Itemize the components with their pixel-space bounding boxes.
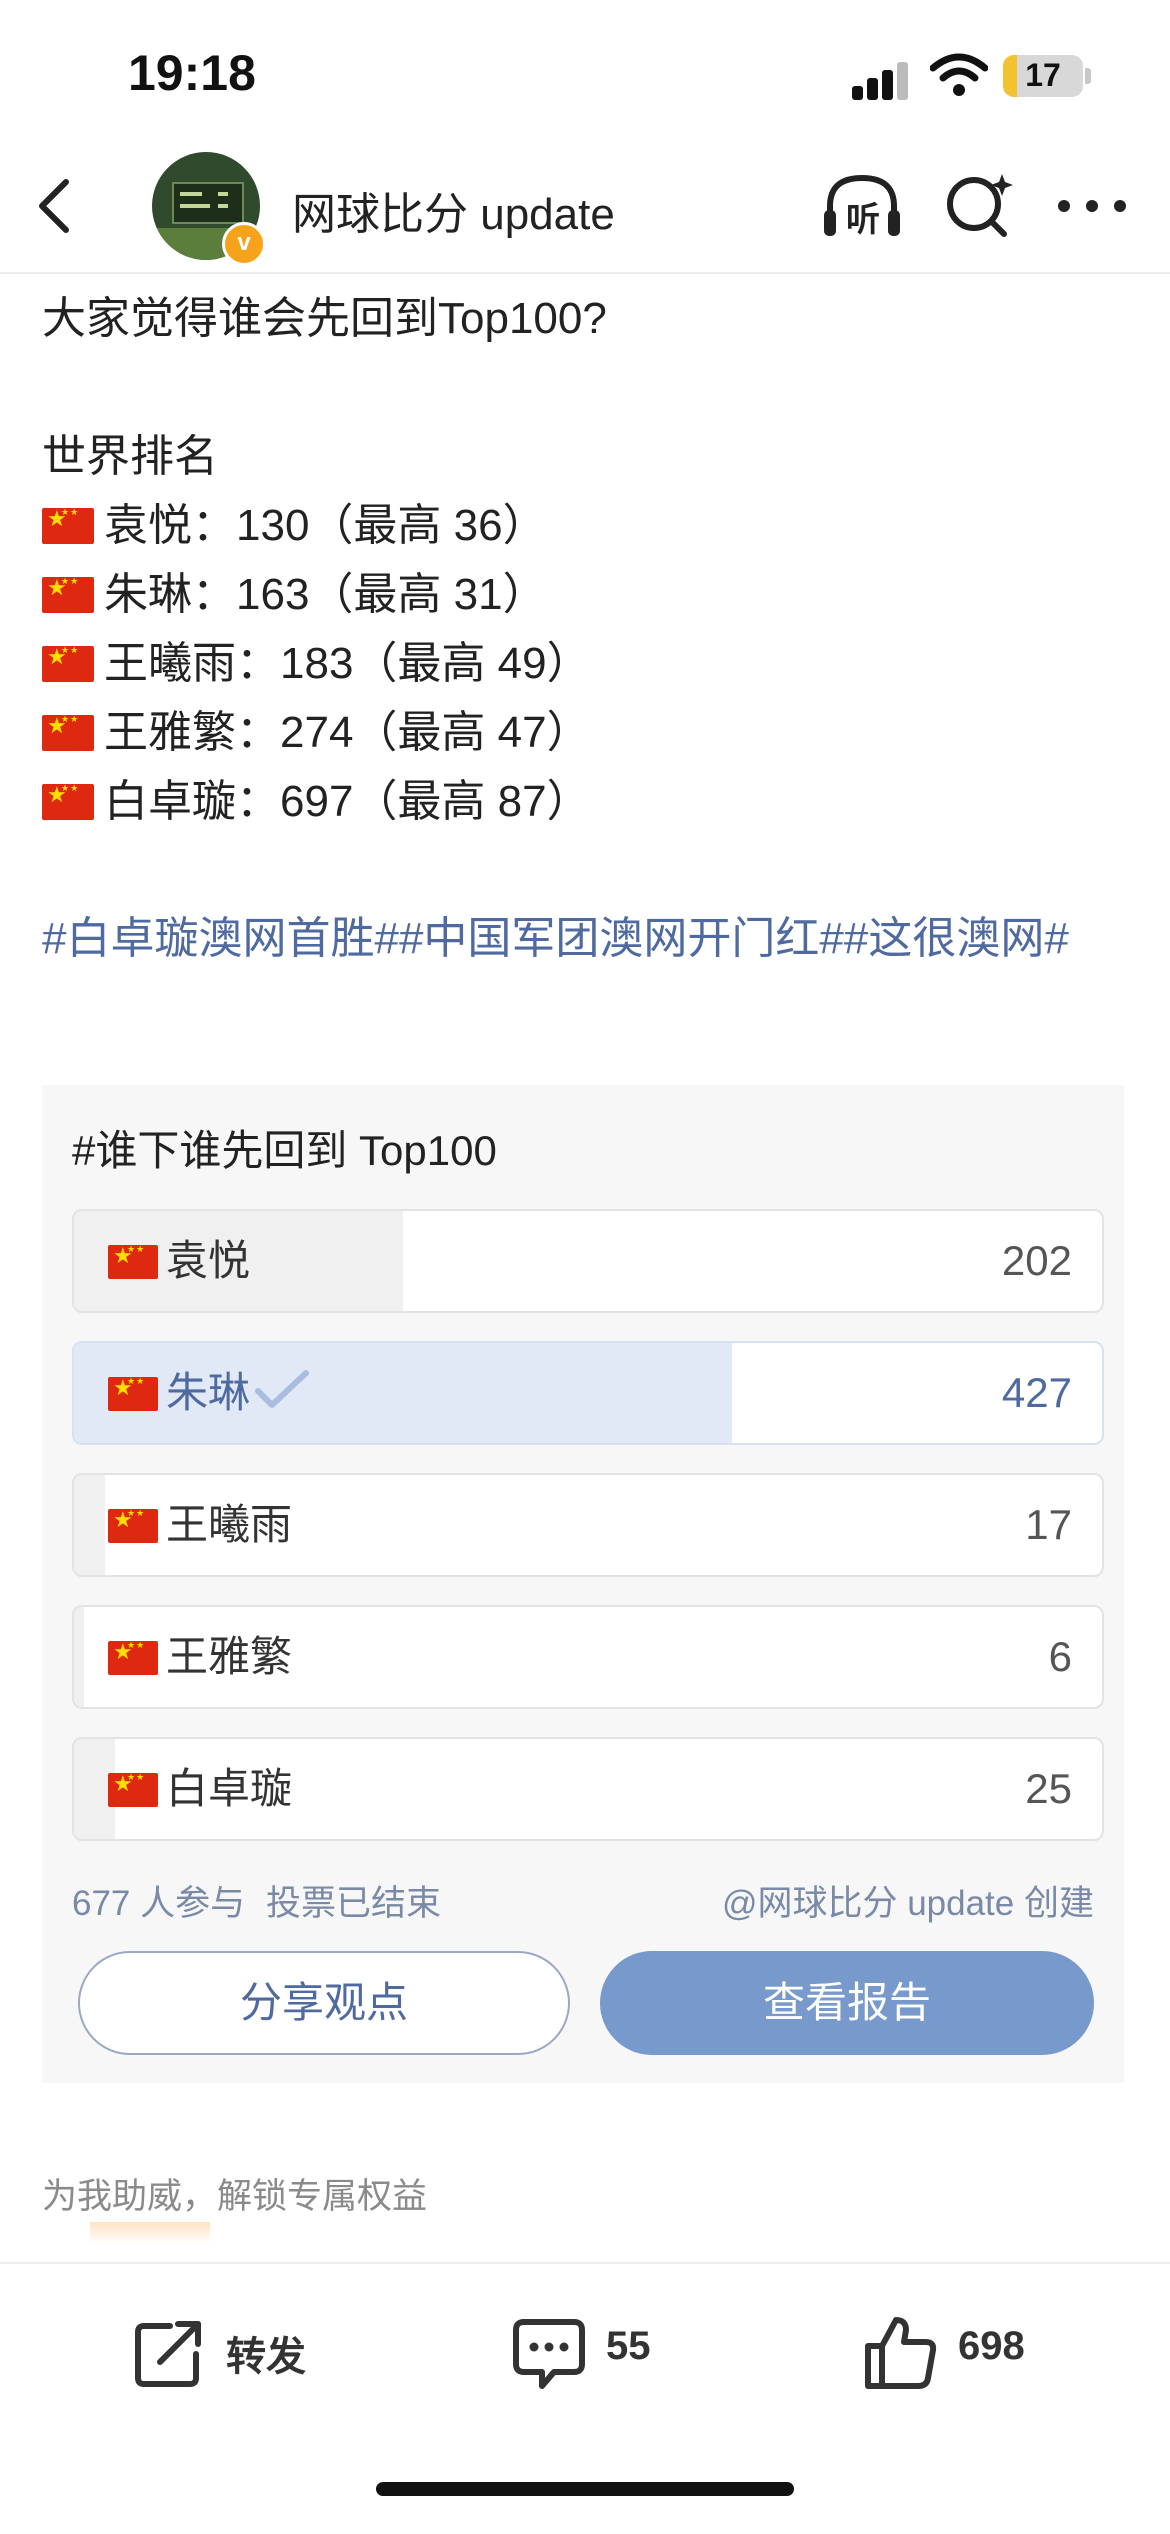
support-unlock-text[interactable]: 为我助威，解锁专属权益 — [42, 2168, 427, 2219]
account-name[interactable]: 网球比分 update — [292, 178, 615, 242]
poll-option-selected[interactable]: 朱琳 427 — [72, 1341, 1104, 1445]
ranking-line: 王曦雨：183（最高 49） — [42, 629, 1132, 698]
poll-option-count: 202 — [1001, 1237, 1072, 1284]
like-count: 698 — [958, 2324, 1025, 2368]
comment-icon — [513, 2319, 585, 2389]
poll-option-label: 白卓璇 — [166, 1765, 293, 1812]
poll-option-label: 袁悦 — [166, 1237, 251, 1284]
poll-option[interactable]: 王曦雨 17 — [72, 1473, 1104, 1577]
ranking-line: 袁悦：130（最高 36） — [42, 491, 1132, 560]
back-arrow-icon[interactable] — [32, 178, 82, 234]
poll-option-count: 17 — [1025, 1501, 1072, 1548]
more-options-icon[interactable] — [1052, 170, 1132, 242]
poll-creator: @网球比分 update 创建 — [722, 1875, 1094, 1926]
poll-option-bar — [74, 1475, 105, 1575]
comment-count: 55 — [606, 2324, 651, 2368]
bottom-action-bar: 转发 55 698 — [0, 2262, 1170, 2534]
status-time: 19:18 — [128, 45, 256, 101]
thumbs-up-icon — [865, 2317, 937, 2389]
poll-option[interactable]: 白卓璇 25 — [72, 1737, 1104, 1841]
cellular-signal-icon — [852, 60, 912, 100]
china-flag-icon — [42, 567, 94, 613]
hashtag-links[interactable]: #白卓璇澳网首胜##中国军团澳网开门红##这很澳网# — [42, 904, 1132, 974]
poll-option-count: 427 — [1001, 1369, 1072, 1416]
china-flag-icon — [108, 1763, 158, 1807]
china-flag-icon — [108, 1499, 158, 1543]
ranking-line: 朱琳：163（最高 31） — [42, 560, 1132, 629]
poll-title[interactable]: #谁下谁先回到 Top100 — [72, 1117, 497, 1178]
poll-card: #谁下谁先回到 Top100 袁悦 202 朱琳 427 王曦雨 17 王雅繁 … — [42, 1085, 1124, 2083]
poll-status: 投票已结束 — [266, 1884, 442, 1923]
scoreboard-graphic — [172, 182, 244, 224]
verified-badge-icon: v — [222, 222, 266, 266]
poll-option-count: 6 — [1048, 1633, 1072, 1680]
comment-button[interactable]: 55 — [510, 2304, 710, 2394]
rankings-title: 世界排名 — [42, 432, 218, 481]
post-question: 大家觉得谁会先回到Top100? — [42, 294, 607, 343]
support-banner-peek — [90, 2222, 210, 2244]
battery-cap — [1085, 68, 1091, 84]
search-sparkle-icon[interactable] — [940, 170, 1020, 242]
china-flag-icon — [108, 1235, 158, 1279]
poll-participants: 677 人参与 — [72, 1884, 246, 1923]
china-flag-icon — [42, 774, 94, 820]
checkmark-icon — [255, 1370, 310, 1408]
view-report-button[interactable]: 查看报告 — [600, 1951, 1094, 2055]
repost-icon — [135, 2321, 201, 2387]
home-indicator[interactable] — [376, 2482, 794, 2496]
nav-bar: v 网球比分 update 听 — [0, 140, 1170, 274]
listen-label: 听 — [846, 201, 880, 239]
china-flag-icon — [108, 1367, 158, 1411]
china-flag-icon — [42, 498, 94, 544]
china-flag-icon — [42, 705, 94, 751]
wifi-icon — [930, 53, 988, 96]
china-flag-icon — [42, 636, 94, 682]
like-button[interactable]: 698 — [862, 2304, 1062, 2394]
poll-option[interactable]: 王雅繁 6 — [72, 1605, 1104, 1709]
repost-label: 转发 — [226, 2335, 306, 2379]
post-body: 大家觉得谁会先回到Top100? 世界排名 袁悦：130（最高 36） 朱琳：1… — [42, 284, 1132, 836]
poll-option-label: 王曦雨 — [166, 1501, 293, 1548]
poll-option[interactable]: 袁悦 202 — [72, 1209, 1104, 1313]
poll-creator-link[interactable]: @网球比分 update — [722, 1884, 1014, 1923]
ranking-line: 白卓璇：697（最高 87） — [42, 767, 1132, 836]
share-opinion-button[interactable]: 分享观点 — [78, 1951, 570, 2055]
ranking-line: 王雅繁：274（最高 47） — [42, 698, 1132, 767]
repost-button[interactable]: 转发 — [130, 2304, 350, 2394]
china-flag-icon — [108, 1631, 158, 1675]
poll-creator-suffix: 创建 — [1023, 1884, 1094, 1923]
status-bar: 19:18 17 — [0, 0, 1170, 140]
poll-option-bar — [74, 1607, 85, 1707]
battery-icon: 17 — [1003, 55, 1083, 97]
poll-option-label: 王雅繁 — [166, 1633, 293, 1680]
battery-level: 17 — [1025, 57, 1061, 93]
poll-option-count: 25 — [1025, 1765, 1072, 1812]
poll-option-label: 朱琳 — [166, 1369, 251, 1416]
